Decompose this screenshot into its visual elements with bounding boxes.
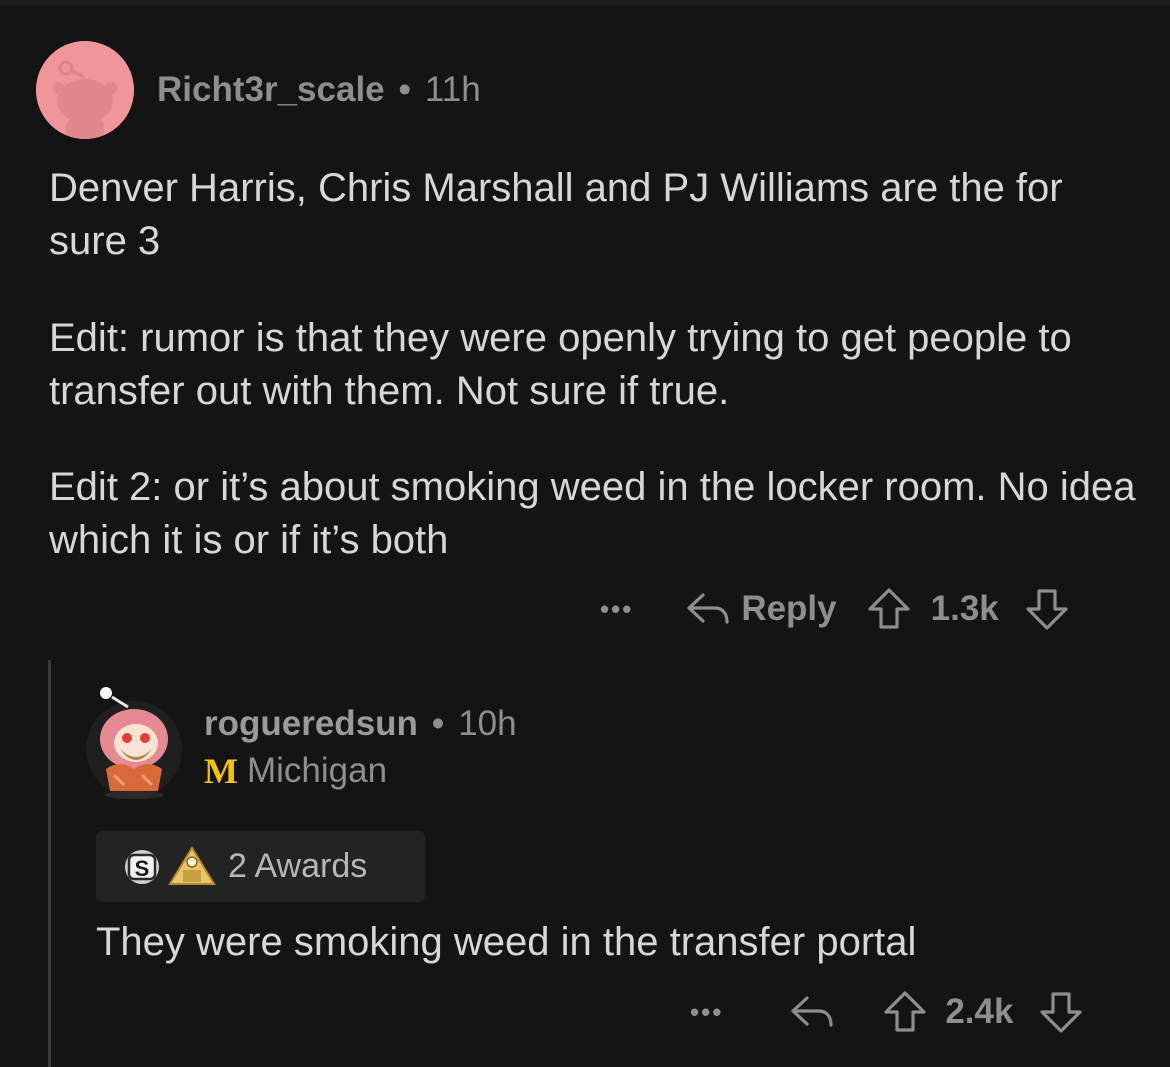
score-count: 2.4k [945, 992, 1014, 1031]
user-avatar[interactable] [36, 41, 134, 139]
reply-time: 10h [458, 704, 517, 743]
reply-arrow-icon [687, 593, 729, 624]
michigan-logo-icon: M [204, 751, 238, 791]
reply-button[interactable]: Reply [685, 589, 837, 629]
more-options-button[interactable]: ••• [600, 596, 633, 622]
flair-text: Michigan [246, 751, 388, 790]
meta-separator: • [431, 704, 445, 743]
reply-username[interactable]: rogueredsun [204, 704, 418, 743]
comment-paragraph-2: Edit: rumor is that they were openly try… [49, 316, 1072, 413]
comment-username[interactable]: Richt3r_scale [157, 70, 385, 109]
awards-badge[interactable]: S 2 Awards [96, 831, 425, 902]
meta-separator: • [398, 70, 411, 109]
more-options-button[interactable]: ••• [690, 999, 723, 1025]
thread-line[interactable] [48, 660, 51, 1067]
reply-body: They were smoking weed in the transfer p… [96, 920, 917, 964]
upvote-arrow-icon[interactable] [883, 990, 927, 1034]
reply-meta: rogueredsun • 10h [204, 704, 517, 744]
comment-meta: Richt3r_scale • 11h [157, 70, 481, 110]
downvote-arrow-icon[interactable] [1025, 587, 1069, 631]
upvote-arrow-icon[interactable] [867, 587, 911, 631]
reply-arrow-icon[interactable] [789, 993, 835, 1031]
reply-avatar[interactable] [84, 683, 184, 799]
snoo-avatar-icon [36, 41, 134, 139]
awards-count: 2 Awards [228, 847, 368, 885]
comment-paragraph-3: Edit 2: or it’s about smoking weed in th… [49, 465, 1136, 562]
gold-award-icon [168, 845, 216, 885]
svg-text:S: S [135, 856, 150, 881]
reply-label: Reply [741, 589, 837, 628]
comment-time: 11h [424, 70, 481, 109]
downvote-arrow-icon[interactable] [1039, 990, 1083, 1034]
reply-actions: ••• 2.4k [690, 987, 1083, 1037]
top-divider [0, 0, 1170, 5]
silver-award-icon: S [125, 849, 159, 884]
snoo-avatar-hooded-icon [86, 687, 182, 799]
comment-actions: ••• Reply 1.3k [600, 584, 1069, 634]
user-flair: M Michigan [204, 750, 387, 792]
score-count: 1.3k [930, 589, 999, 628]
comment-paragraph-1: Denver Harris, Chris Marshall and PJ Wil… [49, 166, 1063, 263]
